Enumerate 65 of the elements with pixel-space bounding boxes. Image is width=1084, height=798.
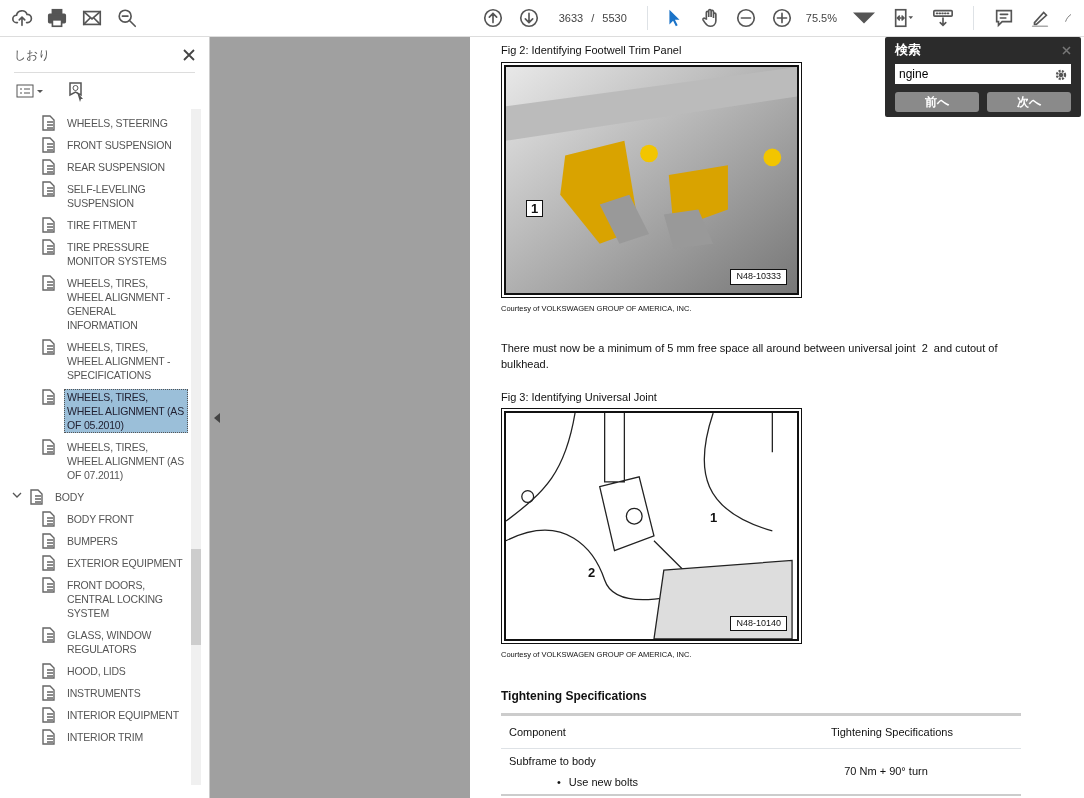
bookmark-item[interactable]: WHEELS, TIRES, WHEEL ALIGNMENT (AS OF 05.2010)	[64, 389, 188, 433]
chevron-icon[interactable]	[12, 491, 22, 499]
column-header: Tightening Specifications	[831, 724, 953, 740]
bookmark-icon	[42, 533, 56, 549]
bookmark-icon	[42, 439, 56, 455]
page-count: 5530	[602, 10, 627, 26]
callout-label: 2	[587, 565, 597, 581]
scrollbar-thumb[interactable]	[191, 549, 201, 645]
bookmark-icon	[42, 115, 56, 131]
figure-caption: Fig 3: Identifying Universal Joint	[501, 389, 657, 405]
bookmark-item[interactable]: FRONT DOORS, CENTRAL LOCKING SYSTEM	[64, 577, 188, 621]
bookmark-icon	[42, 217, 56, 233]
bookmark-item[interactable]: HOOD, LIDS	[64, 663, 188, 679]
bookmark-item[interactable]: BODY	[52, 489, 176, 505]
zoom-dropdown[interactable]: 75.5%	[803, 4, 877, 32]
bookmark-item[interactable]: TIRE FITMENT	[64, 217, 188, 233]
bookmark-icon	[42, 555, 56, 571]
bookmark-icon	[42, 339, 56, 355]
bookmark-item[interactable]: WHEELS, TIRES, WHEEL ALIGNMENT - SPECIFICATIONS	[64, 339, 188, 383]
bookmark-icon	[42, 137, 56, 153]
scrollbar[interactable]	[191, 109, 201, 785]
bookmark-item[interactable]: WHEELS, TIRES, WHEEL ALIGNMENT - GENERAL INFORMATION	[64, 275, 188, 333]
bookmark-item[interactable]: WHEELS, STEERING	[64, 115, 188, 131]
column-header: Component	[508, 724, 567, 740]
bookmark-item[interactable]: SELF-LEVELING SUSPENSION	[64, 181, 188, 211]
bookmark-item[interactable]: INSTRUMENTS	[64, 685, 188, 701]
bookmark-item[interactable]: WHEELS, TIRES, WHEEL ALIGNMENT (AS OF 07.2011)	[64, 439, 188, 483]
bookmark-item[interactable]: FRONT SUSPENSION	[64, 137, 188, 153]
table-cell-text: Use new bolts	[568, 774, 638, 790]
bookmark-item[interactable]: GLASS, WINDOW REGULATORS	[64, 627, 188, 657]
callout-label: 1	[709, 510, 719, 526]
page-number-field[interactable]: 3633	[558, 9, 584, 27]
bookmark-icon	[30, 489, 44, 505]
bookmark-icon	[42, 239, 56, 255]
bullet: •	[557, 774, 561, 790]
bookmark-item[interactable]: REAR SUSPENSION	[64, 159, 188, 175]
bookmark-item[interactable]: EXTERIOR EQUIPMENT	[64, 555, 188, 571]
table-cell-text: 70 Nm + 90° turn	[843, 764, 929, 780]
paragraph: There must now be a minimum of 5 mm free space all around between universal joint 2 and cutout of bulkhead.	[501, 340, 999, 373]
page-separator: /	[591, 10, 595, 26]
bookmark-item[interactable]: BODY FRONT	[64, 511, 188, 527]
bookmark-icon	[42, 663, 56, 679]
bookmark-add-icon[interactable]	[68, 79, 86, 103]
bookmark-icon	[42, 275, 56, 291]
bookmark-item[interactable]: TIRE PRESSURE MONITOR SYSTEMS	[64, 239, 188, 269]
find-title: 検索	[895, 41, 921, 60]
bookmark-icon	[42, 685, 56, 701]
bookmark-icon	[42, 181, 56, 197]
bookmark-icon	[42, 707, 56, 723]
bookmark-icon	[42, 389, 56, 405]
bookmark-icon	[42, 159, 56, 175]
panel-title: しおり	[14, 46, 50, 64]
bookmark-item[interactable]: INTERIOR TRIM	[64, 729, 188, 745]
options-icon[interactable]	[16, 84, 44, 98]
section-heading: Tightening Specifications	[501, 687, 648, 705]
bookmark-icon	[42, 729, 56, 745]
figure-caption: Fig 2: Identifying Footwell Trim Panel	[501, 43, 682, 58]
find-field[interactable]: ngine	[895, 64, 1071, 84]
bookmark-item[interactable]: INTERIOR EQUIPMENT	[64, 707, 188, 723]
figure-reference: N48-10333	[730, 269, 787, 285]
bookmark-icon	[42, 511, 56, 527]
bookmark-item[interactable]: BUMPERS	[64, 533, 188, 549]
bookmark-icon	[42, 627, 56, 643]
bookmark-icon	[42, 577, 56, 593]
table-cell-text: Subframe to body	[509, 754, 597, 769]
